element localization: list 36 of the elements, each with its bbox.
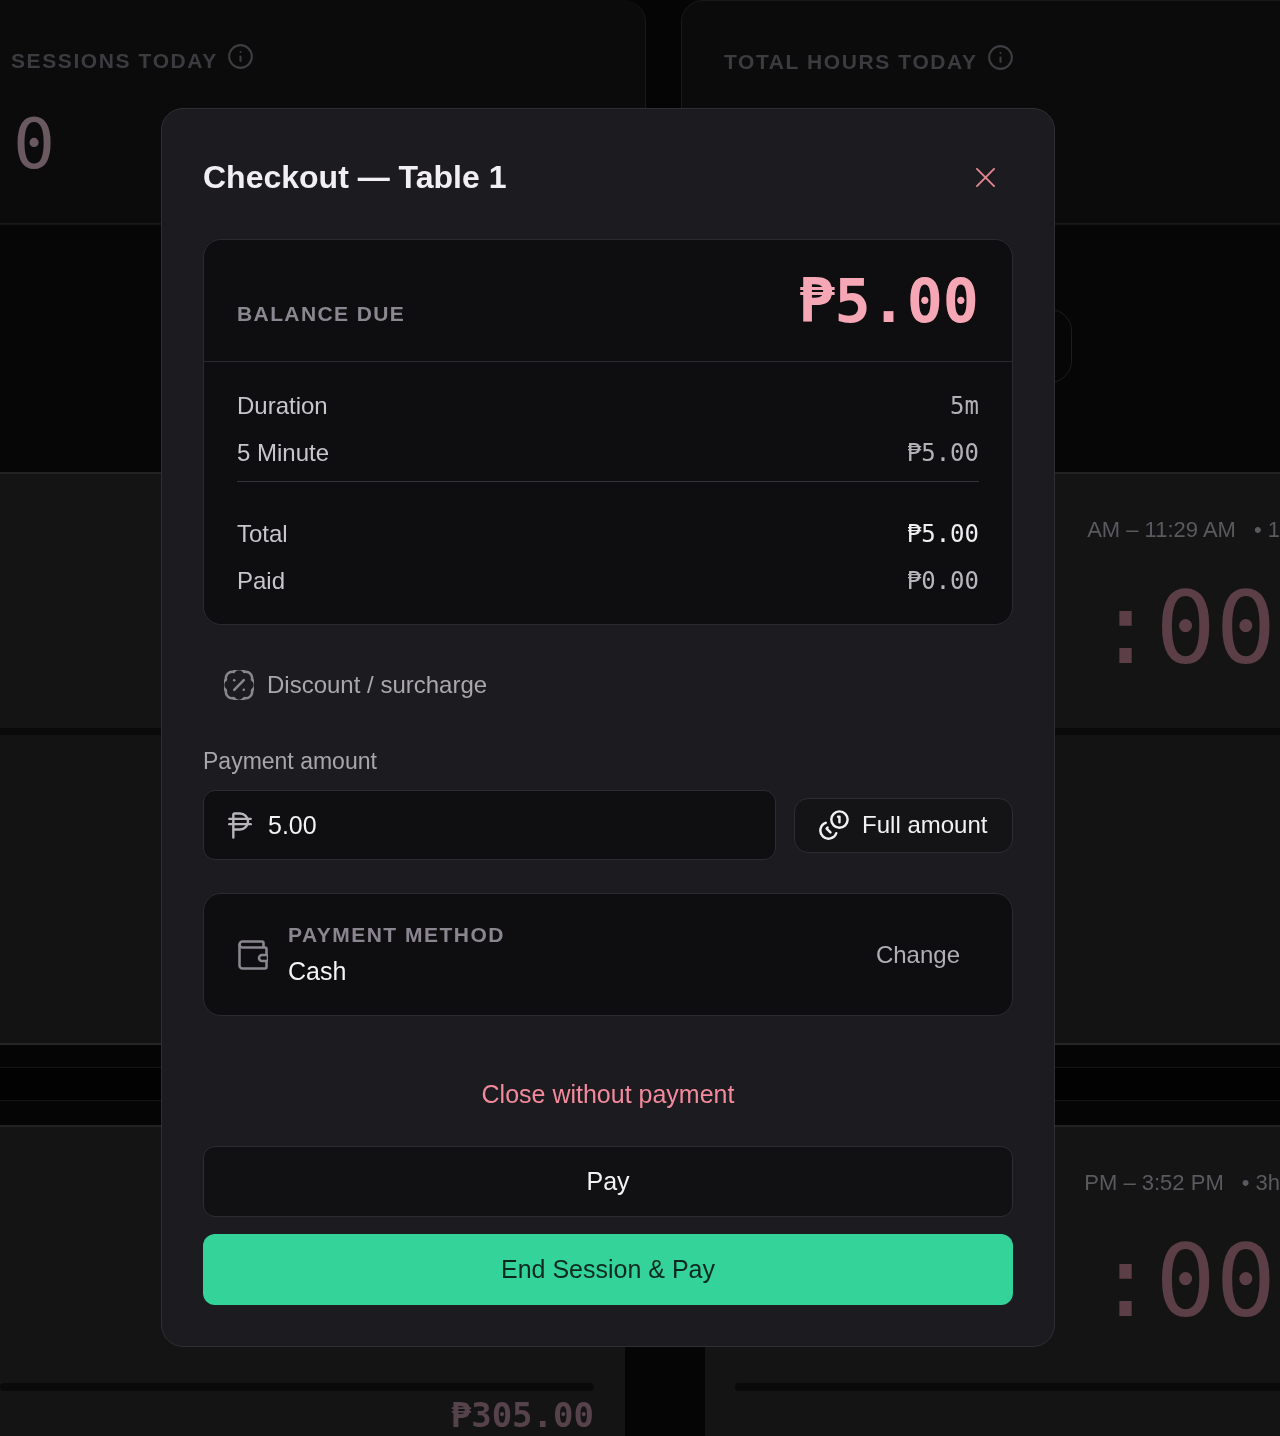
info-icon bbox=[227, 44, 253, 69]
session-time-range: PM – 3:52 PM bbox=[1084, 1170, 1224, 1196]
percent-badge-icon bbox=[224, 670, 254, 700]
session-duration: • 1 bbox=[1253, 517, 1280, 543]
total-label: Paid bbox=[237, 566, 286, 595]
total-label: Total bbox=[237, 519, 288, 548]
session-duration: • 3h bbox=[1241, 1170, 1280, 1196]
payment-method-label: PAYMENT METHOD bbox=[288, 923, 505, 947]
line-value: 5m bbox=[950, 391, 979, 420]
total-value: ₱0.00 bbox=[906, 566, 979, 595]
coins-icon bbox=[819, 810, 850, 840]
line-label: 5 Minute bbox=[237, 438, 330, 467]
close-without-payment-button[interactable]: Close without payment bbox=[473, 1069, 743, 1119]
stat-value: 0 bbox=[13, 104, 56, 184]
session-amount: ₱305.00 bbox=[450, 1397, 594, 1433]
pay-button[interactable]: Pay bbox=[203, 1146, 1013, 1217]
line-value: ₱5.00 bbox=[906, 438, 979, 467]
close-icon bbox=[975, 167, 995, 187]
full-amount-button[interactable]: Full amount bbox=[793, 797, 1013, 853]
end-session-pay-button[interactable]: End Session & Pay bbox=[203, 1234, 1013, 1305]
payment-amount-field[interactable]: 5.00 bbox=[203, 790, 776, 860]
line-label: Duration bbox=[237, 391, 328, 420]
discount-link[interactable]: Discount / surcharge bbox=[224, 667, 488, 703]
balance-amount: ₱5.00 bbox=[798, 268, 979, 334]
total-value: ₱5.00 bbox=[906, 519, 979, 548]
session-timer: :00 bbox=[1095, 1230, 1276, 1334]
peso-icon bbox=[228, 811, 252, 839]
payment-method-value: Cash bbox=[288, 957, 347, 986]
wallet-icon bbox=[238, 939, 268, 970]
info-icon bbox=[987, 45, 1013, 70]
session-time-range: AM – 11:29 AM bbox=[1087, 517, 1236, 543]
balance-label: BALANCE DUE bbox=[237, 302, 406, 326]
dialog-title: Checkout — Table 1 bbox=[203, 158, 507, 196]
field-label: Payment amount bbox=[203, 747, 377, 775]
change-button[interactable]: Change bbox=[875, 940, 960, 969]
session-timer: :00 bbox=[1095, 577, 1276, 681]
